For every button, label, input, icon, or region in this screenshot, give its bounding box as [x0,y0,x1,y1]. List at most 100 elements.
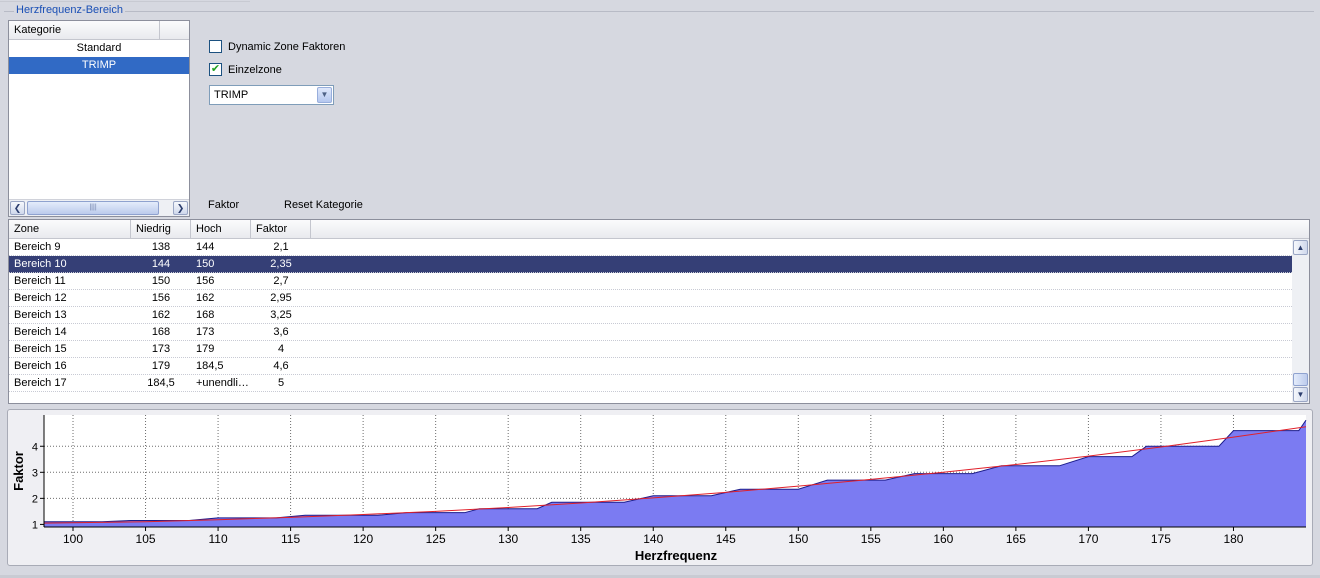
table-row[interactable]: Bereich 11 150 156 2,7 [9,273,1292,290]
cell-zone: Bereich 15 [14,343,67,355]
kategorie-extra-column [160,21,189,39]
column-header-faktor[interactable]: Faktor [251,220,311,238]
cell-niedrig: 144 [151,258,171,270]
cell-faktor: 4 [277,343,285,355]
vertical-scroll-thumb[interactable] [1293,373,1308,386]
cell-niedrig: 168 [151,326,171,338]
kategorie-item[interactable]: Standard [9,40,189,57]
cell-faktor: 4,6 [273,360,289,372]
kategorie-combobox[interactable]: TRIMP ▼ [209,85,334,105]
table-row[interactable]: Bereich 12 156 162 2,95 [9,290,1292,307]
cell-faktor: 3,25 [270,309,292,321]
y-tick-label: 2 [32,493,38,505]
kategorie-column-header[interactable]: Kategorie [9,21,160,39]
y-tick-label: 1 [32,519,38,531]
table-row[interactable]: Bereich 13 162 168 3,25 [9,307,1292,324]
x-tick-label: 120 [353,532,373,546]
x-tick-label: 110 [208,532,227,546]
table-row[interactable]: Bereich 14 168 173 3,6 [9,324,1292,341]
cell-niedrig: 173 [151,343,171,355]
y-tick-label: 4 [32,441,38,453]
kategorie-header: Kategorie [9,21,189,40]
scroll-down-icon[interactable]: ▼ [1293,387,1308,402]
cell-faktor: 3,6 [273,326,289,338]
cell-zone: Bereich 12 [14,292,67,304]
cell-niedrig: 184,5 [147,377,175,389]
zone-table-body: Bereich 9 138 144 2,1 Bereich 10 144 150 2,35 Be… [9,239,1309,392]
x-tick-label: 105 [136,532,156,546]
cell-zone: Bereich 9 [14,241,61,253]
cell-zone: Bereich 16 [14,360,67,372]
x-tick-label: 100 [63,532,83,546]
column-header-zone[interactable]: Zone [9,220,131,238]
horizontal-scroll-thumb[interactable]: |||| [27,201,159,215]
zone-table-vertical-scrollbar[interactable]: ▲ ▼ [1292,239,1309,403]
cell-faktor: 5 [277,377,285,389]
column-header-niedrig[interactable]: Niedrig [131,220,191,238]
cell-zone: Bereich 10 [14,258,67,270]
cell-niedrig: 162 [151,309,171,321]
scroll-left-icon[interactable]: ❮ [10,201,25,215]
cell-hoch: 156 [196,275,215,287]
cell-faktor: 2,95 [270,292,292,304]
x-tick-label: 135 [571,532,591,546]
faktor-chart: 100 105 110 115 120 125 130 135 140 145 150 155 160 1… [7,409,1313,566]
y-axis-title: Faktor [11,451,26,491]
x-tick-label: 170 [1078,532,1098,546]
scroll-right-icon[interactable]: ❯ [173,201,188,215]
scroll-up-icon[interactable]: ▲ [1293,240,1308,255]
x-tick-label: 150 [788,532,808,546]
cell-hoch: 173 [196,326,215,338]
x-tick-label: 160 [933,532,953,546]
x-tick-label: 155 [861,532,881,546]
einzelzone-label: Einzelzone [228,63,282,76]
cell-faktor: 2,7 [273,275,289,287]
x-axis-title: Herzfrequenz [635,548,718,563]
kategorie-list[interactable]: Kategorie Standard TRIMP ❮ |||| ❯ [8,20,190,217]
cell-hoch: 168 [196,309,215,321]
group-border [4,11,1314,12]
x-tick-label: 175 [1151,532,1171,546]
x-tick-label: 180 [1223,532,1243,546]
cell-hoch: 144 [196,241,215,253]
table-row[interactable]: Bereich 10 144 150 2,35 [9,256,1292,273]
dynamic-zone-label: Dynamic Zone Faktoren [228,40,346,53]
table-row[interactable]: Bereich 17 184,5 +unendli… 5 [9,375,1292,392]
dynamic-zone-checkbox[interactable] [209,40,222,53]
top-edge [0,0,250,2]
einzelzone-option[interactable]: ✔ Einzelzone [209,63,282,76]
cell-niedrig: 150 [151,275,171,287]
dynamic-zone-option[interactable]: Dynamic Zone Faktoren [209,40,345,53]
cell-zone: Bereich 11 [14,275,66,287]
table-row[interactable]: Bereich 9 138 144 2,1 [9,239,1292,256]
cell-niedrig: 156 [151,292,171,304]
y-tick-label: 3 [32,467,38,479]
column-header-hoch[interactable]: Hoch [191,220,251,238]
group-title: Herzfrequenz-Bereich [14,4,125,16]
reset-kategorie-button[interactable]: Reset Kategorie [284,199,363,211]
cell-hoch: 162 [196,292,215,304]
cell-hoch: 184,5 [196,360,224,372]
table-row[interactable]: Bereich 15 173 179 4 [9,341,1292,358]
faktor-button[interactable]: Faktor [208,199,239,211]
cell-niedrig: 179 [151,360,171,372]
cell-zone: Bereich 13 [14,309,67,321]
einzelzone-checkbox[interactable]: ✔ [209,63,222,76]
faktor-chart-svg: 100 105 110 115 120 125 130 135 140 145 150 155 160 1… [11,415,1307,563]
kategorie-items: Standard TRIMP [9,40,189,74]
chevron-down-icon[interactable]: ▼ [317,87,332,103]
x-tick-label: 145 [716,532,736,546]
x-tick-label: 165 [1006,532,1026,546]
x-tick-label: 130 [498,532,518,546]
cell-hoch: 179 [196,343,215,355]
combobox-value: TRIMP [214,89,249,101]
x-tick-label: 140 [643,532,663,546]
cell-faktor: 2,35 [270,258,292,270]
cell-zone: Bereich 14 [14,326,67,338]
kategorie-item[interactable]: TRIMP [9,57,189,74]
kategorie-horizontal-scrollbar[interactable]: ❮ |||| ❯ [9,199,189,216]
cell-zone: Bereich 17 [14,377,67,389]
zone-table[interactable]: Zone Niedrig Hoch Faktor Bereich 9 138 144… [8,219,1310,404]
table-row[interactable]: Bereich 16 179 184,5 4,6 [9,358,1292,375]
cell-faktor: 2,1 [273,241,289,253]
